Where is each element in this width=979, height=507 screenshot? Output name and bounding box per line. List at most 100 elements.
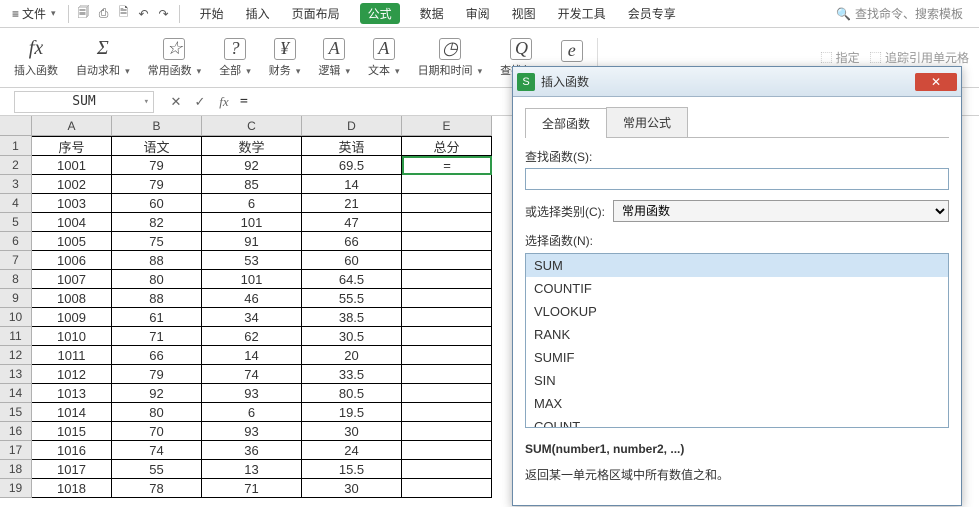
- cell[interactable]: [402, 441, 492, 460]
- cell[interactable]: 101: [202, 213, 302, 232]
- function-item-MAX[interactable]: MAX: [526, 392, 948, 415]
- cell[interactable]: [402, 460, 492, 479]
- confirm-icon[interactable]: ✓: [192, 94, 208, 110]
- cell[interactable]: 66: [302, 232, 402, 251]
- row-header[interactable]: 16: [0, 422, 32, 441]
- ribbon-自动求和[interactable]: Σ自动求和 ▾: [72, 38, 134, 78]
- cell[interactable]: 英语: [302, 136, 402, 156]
- ribbon-right-指定[interactable]: ⬚ 指定: [820, 49, 859, 66]
- cell[interactable]: 14: [302, 175, 402, 194]
- cell[interactable]: 1017: [32, 460, 112, 479]
- function-item-SUM[interactable]: SUM: [526, 254, 948, 277]
- cell[interactable]: 1012: [32, 365, 112, 384]
- function-item-SUMIF[interactable]: SUMIF: [526, 346, 948, 369]
- cell[interactable]: 24: [302, 441, 402, 460]
- cell[interactable]: 1010: [32, 327, 112, 346]
- cell[interactable]: 101: [202, 270, 302, 289]
- cell[interactable]: 88: [112, 289, 202, 308]
- cell[interactable]: 92: [202, 156, 302, 175]
- tab-数据[interactable]: 数据: [418, 3, 446, 24]
- cell[interactable]: 85: [202, 175, 302, 194]
- row-header[interactable]: 7: [0, 251, 32, 270]
- cell[interactable]: 74: [202, 365, 302, 384]
- cell[interactable]: 79: [112, 156, 202, 175]
- cell[interactable]: 55.5: [302, 289, 402, 308]
- command-search[interactable]: 🔍 查找命令、搜索模板: [836, 5, 963, 22]
- cell[interactable]: [402, 175, 492, 194]
- cell[interactable]: [402, 232, 492, 251]
- cell[interactable]: 1008: [32, 289, 112, 308]
- cell[interactable]: 19.5: [302, 403, 402, 422]
- cell[interactable]: 6: [202, 403, 302, 422]
- row-header[interactable]: 9: [0, 289, 32, 308]
- cell[interactable]: =: [402, 156, 492, 175]
- cell[interactable]: 1014: [32, 403, 112, 422]
- tab-审阅[interactable]: 审阅: [464, 3, 492, 24]
- cell[interactable]: 总分: [402, 136, 492, 156]
- cell[interactable]: 79: [112, 175, 202, 194]
- cell[interactable]: 91: [202, 232, 302, 251]
- fx-icon[interactable]: fx: [216, 94, 232, 110]
- cell[interactable]: 1001: [32, 156, 112, 175]
- search-function-input[interactable]: [525, 168, 949, 190]
- ribbon-文本[interactable]: A文本 ▾: [364, 38, 404, 78]
- tab-会员专享[interactable]: 会员专享: [626, 3, 678, 24]
- cell[interactable]: 1009: [32, 308, 112, 327]
- ribbon-全部[interactable]: ?全部 ▾: [215, 38, 255, 78]
- function-list[interactable]: SUMCOUNTIFVLOOKUPRANKSUMIFSINMAXCOUNT: [525, 253, 949, 428]
- row-header[interactable]: 8: [0, 270, 32, 289]
- cell[interactable]: 82: [112, 213, 202, 232]
- cancel-icon[interactable]: ✕: [168, 94, 184, 110]
- cell[interactable]: 1003: [32, 194, 112, 213]
- cell[interactable]: 1018: [32, 479, 112, 498]
- cell[interactable]: 1016: [32, 441, 112, 460]
- cell[interactable]: [402, 270, 492, 289]
- tab-common-formulas[interactable]: 常用公式: [606, 107, 688, 137]
- cell[interactable]: 46: [202, 289, 302, 308]
- cell[interactable]: [402, 403, 492, 422]
- save-icon[interactable]: 🗐: [75, 5, 93, 23]
- col-header[interactable]: C: [202, 116, 302, 136]
- cell[interactable]: 14: [202, 346, 302, 365]
- preview-icon[interactable]: 🗎: [115, 5, 133, 23]
- select-all-corner[interactable]: [0, 116, 32, 136]
- tab-all-functions[interactable]: 全部函数: [525, 108, 607, 138]
- cell[interactable]: 20: [302, 346, 402, 365]
- col-header[interactable]: A: [32, 116, 112, 136]
- col-header[interactable]: B: [112, 116, 202, 136]
- cell[interactable]: 60: [302, 251, 402, 270]
- row-header[interactable]: 15: [0, 403, 32, 422]
- col-header[interactable]: D: [302, 116, 402, 136]
- ribbon-逻辑[interactable]: A逻辑 ▾: [314, 38, 354, 78]
- redo-icon[interactable]: ↷: [155, 5, 173, 23]
- row-header[interactable]: 3: [0, 175, 32, 194]
- cell[interactable]: 6: [202, 194, 302, 213]
- cell[interactable]: 序号: [32, 136, 112, 156]
- function-item-VLOOKUP[interactable]: VLOOKUP: [526, 300, 948, 323]
- cell[interactable]: 80: [112, 270, 202, 289]
- cell[interactable]: 30.5: [302, 327, 402, 346]
- cell[interactable]: [402, 327, 492, 346]
- cell[interactable]: 78: [112, 479, 202, 498]
- cell[interactable]: 1011: [32, 346, 112, 365]
- function-item-RANK[interactable]: RANK: [526, 323, 948, 346]
- cell[interactable]: 15.5: [302, 460, 402, 479]
- cell[interactable]: 30: [302, 479, 402, 498]
- cell[interactable]: 1005: [32, 232, 112, 251]
- ribbon-财务[interactable]: ¥财务 ▾: [265, 38, 305, 78]
- cell[interactable]: [402, 213, 492, 232]
- cell[interactable]: 66: [112, 346, 202, 365]
- ribbon-插入函数[interactable]: fx插入函数: [10, 38, 62, 78]
- row-header[interactable]: 1: [0, 136, 32, 156]
- row-header[interactable]: 14: [0, 384, 32, 403]
- cell[interactable]: 93: [202, 384, 302, 403]
- cell[interactable]: 30: [302, 422, 402, 441]
- tab-公式[interactable]: 公式: [360, 3, 400, 24]
- cell[interactable]: 21: [302, 194, 402, 213]
- function-item-COUNT[interactable]: COUNT: [526, 415, 948, 428]
- tab-插入[interactable]: 插入: [244, 3, 272, 24]
- ribbon-常用函数[interactable]: ☆常用函数 ▾: [144, 38, 206, 78]
- cell[interactable]: 36: [202, 441, 302, 460]
- cell[interactable]: [402, 422, 492, 441]
- ribbon-日期和时间[interactable]: ◷日期和时间 ▾: [414, 38, 487, 78]
